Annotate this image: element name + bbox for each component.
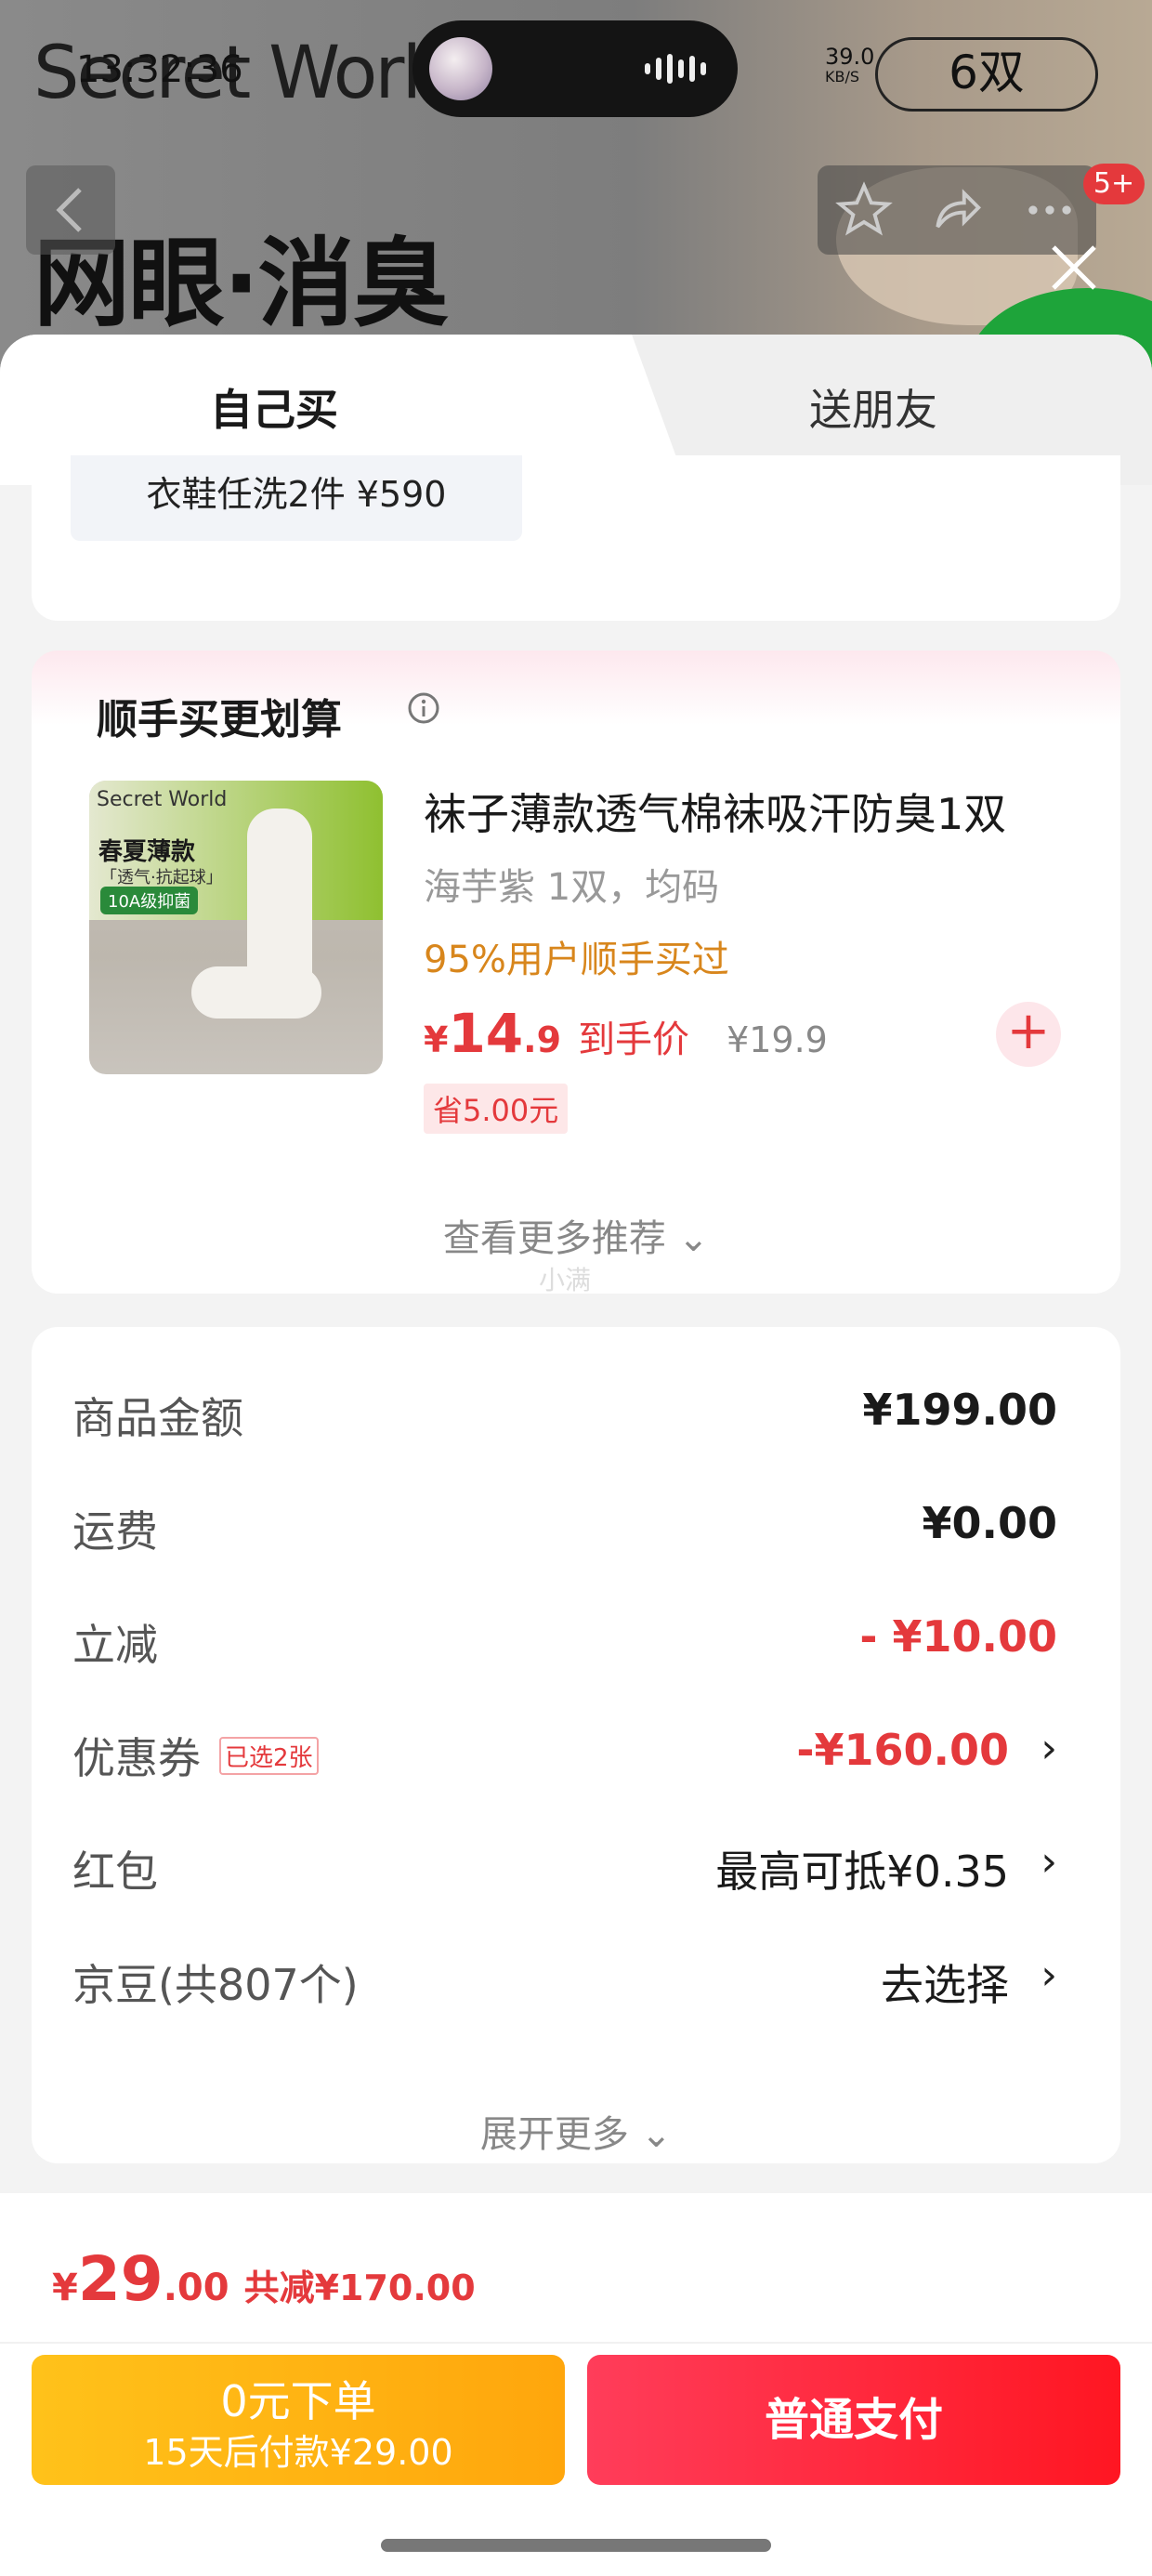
- price-currency: ¥: [424, 1019, 449, 1060]
- network-speed: 39.0 KB/S: [825, 44, 875, 85]
- addon-card: 顺手买更划算 Secret World 春夏薄款 「透气·抗起球」 10A级抑菌…: [32, 651, 1120, 1295]
- summary-row-discount: 立减 - ¥10.00: [72, 1611, 1057, 1670]
- more-icon[interactable]: [1021, 181, 1079, 239]
- status-time: 13:32:36: [76, 48, 243, 91]
- product-spec: 海芋紫 1双，均码: [424, 866, 720, 909]
- original-price: ¥19.9: [727, 1019, 828, 1060]
- price-tag: 到手价: [578, 1019, 690, 1061]
- checkout-footer: ¥29.00 共减¥170.00 0元下单 15天后付款¥29.00 普通支付: [0, 2193, 1152, 2576]
- add-to-order-button[interactable]: +: [996, 1002, 1061, 1067]
- chevron-right-icon: ›: [1041, 1952, 1057, 1999]
- chevron-right-icon: ›: [1041, 1725, 1057, 1772]
- product-image[interactable]: Secret World 春夏薄款 「透气·抗起球」 10A级抑菌: [89, 781, 383, 1074]
- more-recommendations-link[interactable]: 查看更多推荐 ⌄: [32, 1208, 1120, 1262]
- save-badge: 省5.00元: [424, 1084, 569, 1134]
- summary-row-coupon[interactable]: 优惠券 已选2张 -¥160.00 ›: [72, 1725, 1057, 1799]
- chevron-down-icon: ⌄: [677, 1217, 710, 1260]
- star-icon[interactable]: [835, 181, 893, 239]
- chevron-right-icon: ›: [1041, 1838, 1057, 1886]
- share-icon[interactable]: [928, 181, 986, 239]
- price-integer: 14: [448, 1002, 524, 1065]
- divider: [0, 2342, 1152, 2344]
- image-sub: 「透气·抗起球」: [100, 868, 223, 887]
- pay-now-button[interactable]: 普通支付: [587, 2355, 1120, 2485]
- image-brand: Secret World: [97, 788, 228, 811]
- home-indicator: [381, 2539, 771, 2552]
- price-decimal: .9: [523, 1019, 562, 1060]
- summary-row-shipping: 运费 ¥0.00: [72, 1498, 1057, 1557]
- product-name[interactable]: 袜子薄款透气棉袜吸汗防臭1双: [424, 781, 1006, 842]
- summary-row-red-packet[interactable]: 红包 最高可抵¥0.35 ›: [72, 1838, 1057, 1912]
- audio-wave-icon: [645, 54, 706, 84]
- product-price: ¥14.9 到手价 ¥19.9: [424, 1002, 828, 1065]
- order-total: ¥29.00 共减¥170.00: [52, 2243, 476, 2315]
- product-hint: 95%用户顺手买过: [424, 939, 729, 981]
- chevron-down-icon: ⌄: [640, 2113, 673, 2156]
- promo-pill[interactable]: 衣鞋任洗2件 ¥590: [71, 455, 522, 541]
- close-icon[interactable]: [1046, 240, 1102, 296]
- info-icon[interactable]: [407, 691, 440, 725]
- total-saved: 共减¥170.00: [243, 2267, 476, 2308]
- battery-indicator: 6双: [875, 37, 1098, 112]
- avatar: [429, 37, 492, 100]
- plus-icon: +: [1006, 1001, 1051, 1061]
- image-headline: 春夏薄款: [98, 838, 196, 866]
- addon-title: 顺手买更划算: [97, 696, 342, 743]
- summary-row-jd-beans[interactable]: 京豆(共807个) 去选择 ›: [72, 1952, 1057, 2026]
- dynamic-island: [412, 20, 738, 117]
- image-grade: 10A级抑菌: [100, 887, 199, 914]
- summary-row-subtotal: 商品金额 ¥199.00: [72, 1385, 1057, 1443]
- coupon-count-tag: 已选2张: [219, 1737, 319, 1775]
- expand-more-link[interactable]: 展开更多 ⌄: [32, 2104, 1120, 2158]
- pay-later-button[interactable]: 0元下单 15天后付款¥29.00: [32, 2355, 565, 2485]
- notification-badge: 5+: [1083, 164, 1145, 204]
- back-icon: [56, 188, 82, 232]
- watermark: 小满: [539, 1265, 592, 1295]
- back-button[interactable]: [26, 165, 115, 255]
- promo-card: 衣鞋任洗2件 ¥590: [32, 455, 1120, 621]
- price-summary-card: 商品金额 ¥199.00 运费 ¥0.00 立减 - ¥10.00 优惠券 已选2…: [32, 1327, 1120, 2163]
